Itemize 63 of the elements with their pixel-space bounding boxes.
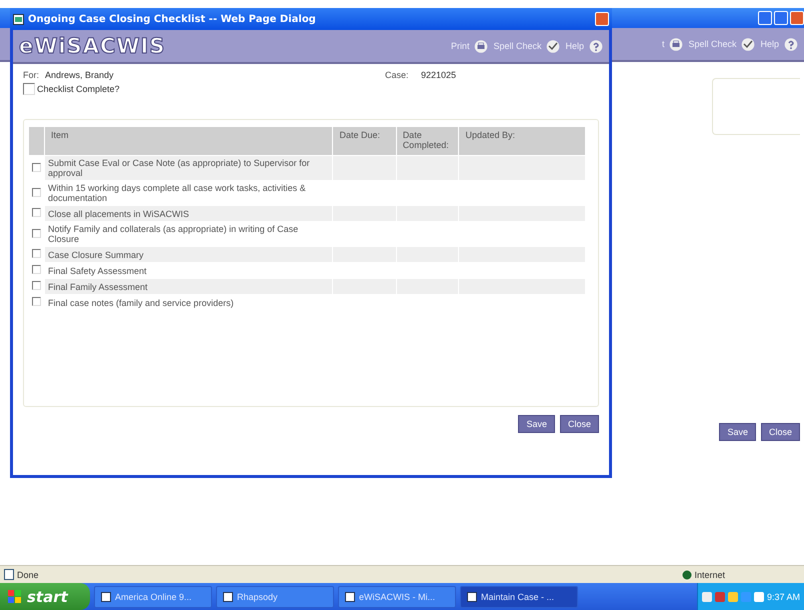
field-label: Case: [385,70,410,80]
maximize-button[interactable] [774,11,788,25]
help-icon [589,40,603,52]
form-button[interactable]: Close [560,415,599,433]
printer-icon [474,40,488,52]
checkbox[interactable] [32,249,41,258]
tray-icon[interactable] [754,592,764,602]
checkbox[interactable] [32,228,41,238]
toolbar-link[interactable]: Spell Check [688,39,736,49]
person-name: Andrews, Brandy [45,70,115,80]
window-icon [101,592,111,602]
field-label: For: [23,70,40,80]
form-button[interactable]: Close [760,423,800,441]
taskbar-button[interactable]: Maintain Case - ... [460,586,578,608]
checkbox[interactable] [32,162,41,172]
toolbar-link[interactable]: Print [450,41,470,51]
toolbar-link[interactable]: Help [565,41,584,51]
dialog-title: Ongoing Case Closing Checklist -- Web Page Dialog [28,14,316,24]
page-icon [4,569,14,580]
table-cell: Case Closure Summary [45,247,332,262]
status-text: Done [17,570,39,580]
start-button[interactable]: start [0,583,90,610]
column-header: Item [45,127,332,155]
checkbox[interactable] [32,281,41,290]
close-button[interactable] [790,11,804,25]
checkbox[interactable] [32,297,41,306]
spell-check-icon [546,40,560,52]
window-icon [467,592,477,602]
spell-check-icon [741,38,756,50]
minimize-button[interactable] [758,11,772,25]
checkbox[interactable] [32,265,41,274]
window-icon [223,592,233,602]
taskbar-button[interactable]: Rhapsody [216,586,334,608]
header-cell [29,127,44,155]
clock: 9:37 AM [766,592,800,602]
page-icon [13,14,24,24]
case-number: 9221025 [421,70,458,80]
help-icon [784,38,798,50]
toolbar-link[interactable]: Help [760,39,779,49]
checkbox[interactable] [32,208,41,217]
form-button[interactable]: Save [719,423,756,441]
toolbar-link[interactable]: Spell Check [493,41,542,51]
tray-icon[interactable] [702,592,712,602]
window-icon [345,592,355,602]
form-button[interactable]: Save [518,415,555,433]
table-cell: Close all placements in WiSACWIS [45,206,332,221]
table-cell: Submit Case Eval or Case Note (as appropriate) to Supervisor for approval [45,156,332,180]
close-button[interactable] [595,12,609,26]
globe-icon [682,570,692,580]
logo: eWiSACWIS [19,34,166,58]
toolbar-link[interactable]: t [662,39,664,49]
column-header: Date Due: [333,127,396,155]
column-header: Updated By: [459,127,585,155]
column-header: Date Completed: [396,127,458,155]
checkbox[interactable] [23,83,35,95]
windows-logo-icon [8,590,22,604]
checkbox-label: Checklist Complete? [37,84,120,94]
zone-text: Internet [694,570,726,580]
taskbar-button[interactable]: eWiSACWIS - Mi... [338,586,456,608]
printer-icon [669,38,684,50]
checkbox[interactable] [32,188,41,196]
taskbar-button[interactable]: America Online 9... [94,586,212,608]
table-cell: Final Family Assessment [45,279,332,294]
